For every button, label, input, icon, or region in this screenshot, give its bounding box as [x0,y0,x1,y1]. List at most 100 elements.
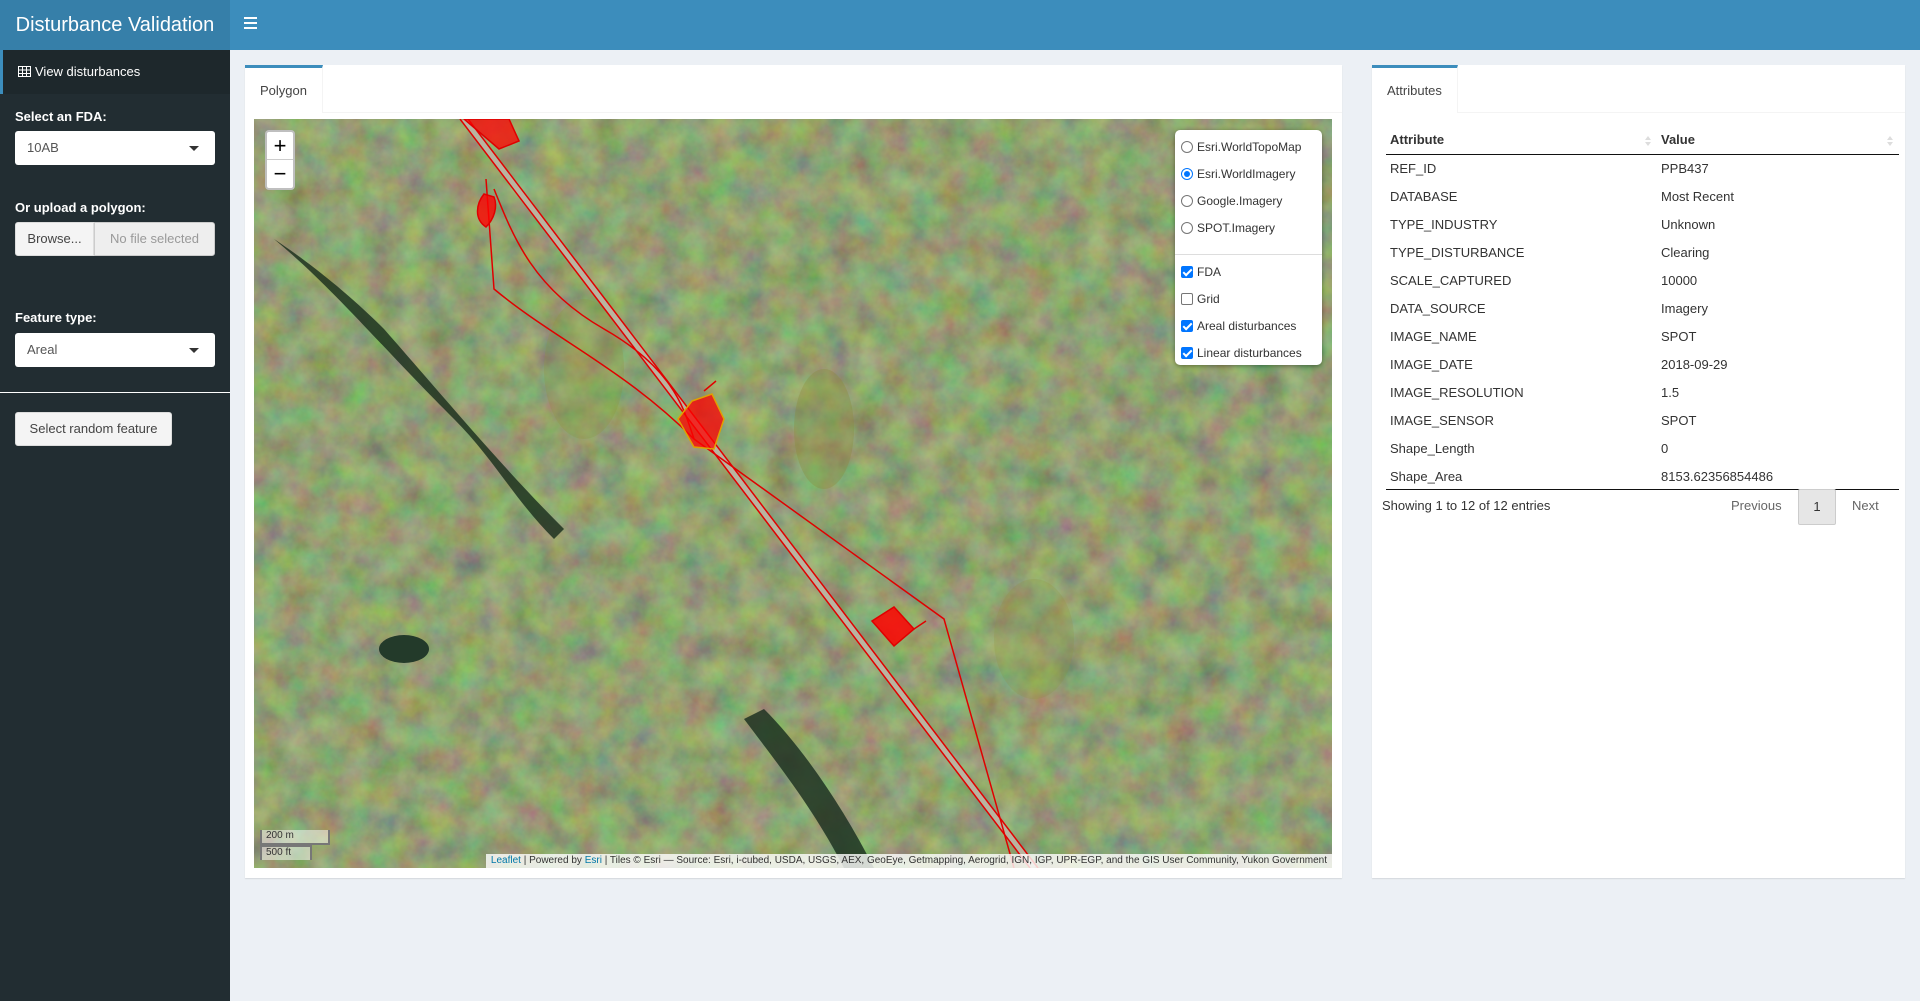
next-page-button[interactable]: Next [1852,489,1879,525]
fda-select[interactable]: 10AB [15,131,215,165]
radio-button [1181,195,1193,207]
base-layer-esri-worldimagery[interactable]: Esri.WorldImagery [1181,163,1295,185]
attribute-name-cell: Shape_Area [1390,469,1463,484]
overlay-linear-disturbances[interactable]: Linear disturbances [1181,342,1302,364]
attribute-name-cell: DATABASE [1390,189,1458,204]
attribute-value-cell: Unknown [1661,217,1716,232]
attribute-value-cell: Clearing [1661,245,1710,260]
sidebar: View disturbances Select an FDA: 10AB Or… [0,50,230,1001]
file-upload: Browse... No file selected [15,222,215,256]
base-layer-google-imagery[interactable]: Google.Imagery [1181,190,1282,212]
attribute-name-cell: DATA_SOURCE [1390,301,1486,316]
sidebar-divider [0,392,230,393]
sort-icon [1645,136,1651,146]
attribute-name-cell: IMAGE_DATE [1390,357,1473,372]
esri-link[interactable]: Esri [585,855,602,866]
page-1-button[interactable]: 1 [1798,489,1836,525]
table-row: Shape_Length 0 [1386,435,1899,463]
caret-down-icon [189,348,199,353]
column-label: Value [1661,132,1695,147]
scale-bar-metric: 200 m [260,830,330,845]
file-name-field[interactable]: No file selected [94,222,215,256]
layer-label: Areal disturbances [1197,319,1297,333]
previous-page-button[interactable]: Previous [1731,489,1782,525]
sidebar-item-view-disturbances[interactable]: View disturbances [0,50,230,94]
attribute-name-cell: Shape_Length [1390,441,1475,456]
base-layer-esri-worldtopomap[interactable]: Esri.WorldTopoMap [1181,136,1301,158]
sidebar-toggle-icon[interactable] [244,14,260,34]
map[interactable]: + − Esri.WorldTopoMap Esri.WorldImagery … [254,119,1332,868]
table-row: DATABASE Most Recent [1386,183,1899,211]
table-row: DATA_SOURCE Imagery [1386,295,1899,323]
select-random-feature-button[interactable]: Select random feature [15,412,172,446]
radio-button [1181,222,1193,234]
feature-type-value: Areal [27,342,58,357]
attribute-value-cell: Most Recent [1661,189,1734,204]
table-row: IMAGE_SENSOR SPOT [1386,407,1899,435]
table-row: SCALE_CAPTURED 10000 [1386,267,1899,295]
attributes-tab-strip: Attributes [1372,65,1905,113]
checkbox-checked [1181,266,1193,278]
attribute-name-cell: REF_ID [1390,161,1437,176]
attribute-name-cell: SCALE_CAPTURED [1390,273,1512,288]
overlay-areal-disturbances[interactable]: Areal disturbances [1181,315,1296,337]
table-row: TYPE_INDUSTRY Unknown [1386,211,1899,239]
attribute-value-cell: SPOT [1661,329,1697,344]
table-header: Attribute Value [1386,127,1899,155]
browse-button[interactable]: Browse... [15,222,94,256]
table-row: IMAGE_RESOLUTION 1.5 [1386,379,1899,407]
column-header-attribute[interactable]: Attribute [1390,127,1655,155]
attribute-name-cell: IMAGE_RESOLUTION [1390,385,1524,400]
table-row: Shape_Area 8153.62356854486 [1386,463,1899,491]
column-header-value[interactable]: Value [1661,127,1897,155]
checkbox [1181,293,1193,305]
zoom-out-button[interactable]: − [267,160,293,188]
attribute-value-cell: 10000 [1661,273,1698,288]
polygon-box: Polygon + − Esri.WorldTopoMap Esri.World… [245,65,1342,878]
table-row: IMAGE_NAME SPOT [1386,323,1899,351]
layer-label: FDA [1197,265,1221,279]
layer-label: Google.Imagery [1197,194,1283,208]
upload-label: Or upload a polygon: [15,200,146,215]
attribution-powered: | Powered by [520,855,585,866]
attribute-name-cell: TYPE_DISTURBANCE [1390,245,1525,260]
radio-button [1181,141,1193,153]
tab-attributes[interactable]: Attributes [1372,65,1458,113]
attribute-value-cell: 0 [1661,441,1669,456]
fda-select-value: 10AB [27,140,59,155]
app-title: Disturbance Validation [0,0,230,50]
table-row: TYPE_DISTURBANCE Clearing [1386,239,1899,267]
fda-label: Select an FDA: [15,109,107,124]
attribute-value-cell: 1.5 [1661,385,1680,400]
feature-type-select[interactable]: Areal [15,333,215,367]
zoom-control: + − [265,130,295,190]
overlay-fda[interactable]: FDA [1181,261,1221,283]
attribute-name-cell: TYPE_INDUSTRY [1390,217,1498,232]
scale-bar-imperial: 500 ft [260,845,312,860]
table-row: REF_ID PPB437 [1386,155,1899,183]
table-row: IMAGE_DATE 2018-09-29 [1386,351,1899,379]
layer-label: Esri.WorldTopoMap [1197,140,1302,154]
tab-polygon[interactable]: Polygon [245,65,323,113]
leaflet-link[interactable]: Leaflet [491,855,521,866]
caret-down-icon [189,146,199,151]
layer-label: Linear disturbances [1197,346,1302,360]
layer-label: SPOT.Imagery [1197,221,1276,235]
polygon-tab-strip: Polygon [245,65,1342,113]
map-attribution: Leaflet | Powered by Esri | Tiles © Esri… [485,854,1332,868]
attribute-value-cell: Imagery [1661,301,1708,316]
overlay-grid[interactable]: Grid [1181,288,1220,310]
attribution-tiles: | Tiles © Esri — Source: Esri, i-cubed, … [601,855,1327,866]
table-info: Showing 1 to 12 of 12 entries [1382,498,1551,513]
radio-button-selected [1181,168,1193,180]
base-layer-spot-imagery[interactable]: SPOT.Imagery [1181,217,1275,239]
zoom-in-button[interactable]: + [267,132,293,160]
checkbox-checked [1181,320,1193,332]
feature-type-label: Feature type: [15,310,97,325]
attribute-name-cell: IMAGE_NAME [1390,329,1477,344]
sidebar-item-label: View disturbances [35,64,141,79]
sort-icon [1887,136,1893,146]
attribute-name-cell: IMAGE_SENSOR [1390,413,1495,428]
attributes-box: Attributes Attribute Value REF_ID PPB437 D… [1372,65,1905,878]
checkbox-checked [1181,347,1193,359]
